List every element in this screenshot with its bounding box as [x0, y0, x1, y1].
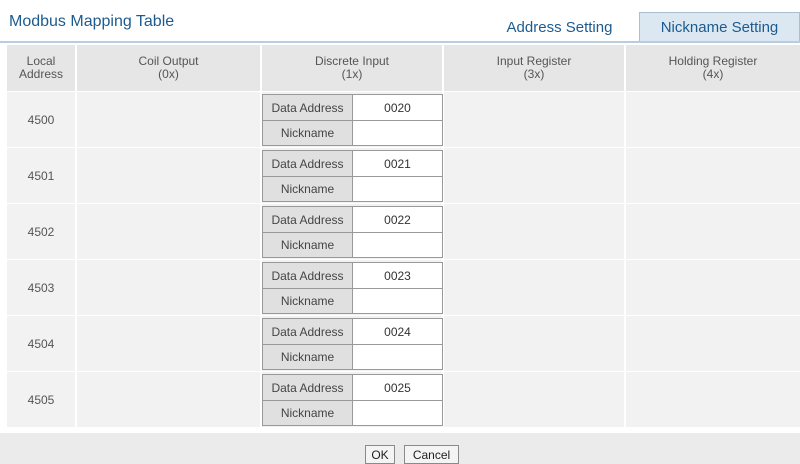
holding-register-cell: [626, 260, 800, 315]
column-header-input-register: Input Register (3x): [444, 45, 626, 91]
column-header-coil-output: Coil Output (0x): [77, 45, 262, 91]
data-address-label: Data Address: [263, 375, 353, 400]
column-header-text: (3x): [523, 67, 545, 81]
holding-register-cell: [626, 204, 800, 259]
table-row: 4502 Data Address 0022 Nickname: [7, 203, 800, 259]
local-address-cell: 4500: [7, 92, 77, 147]
tab-nickname-setting[interactable]: Nickname Setting: [639, 12, 800, 42]
cancel-button[interactable]: Cancel: [404, 445, 459, 464]
local-address-cell: 4502: [7, 204, 77, 259]
coil-output-cell: [77, 372, 262, 427]
discrete-input-cell: Data Address 0022 Nickname: [262, 204, 444, 259]
page-title: Modbus Mapping Table: [9, 13, 175, 30]
data-address-row: Data Address 0021: [263, 151, 442, 176]
discrete-input-cell: Data Address 0021 Nickname: [262, 148, 444, 203]
data-address-label: Data Address: [263, 95, 353, 120]
nickname-field[interactable]: [353, 345, 442, 369]
nickname-label: Nickname: [263, 289, 353, 313]
data-address-value: 0022: [384, 212, 411, 227]
nickname-field[interactable]: [353, 289, 442, 313]
column-header-discrete-input: Discrete Input (1x): [262, 45, 444, 91]
tab-underline: [0, 41, 800, 43]
nickname-label: Nickname: [263, 401, 353, 425]
data-address-value: 0025: [384, 380, 411, 395]
nickname-field[interactable]: [353, 121, 442, 145]
nickname-label: Nickname: [263, 345, 353, 369]
holding-register-cell: [626, 316, 800, 371]
table-row: 4505 Data Address 0025 Nickname: [7, 371, 800, 427]
nickname-row: Nickname: [263, 344, 442, 369]
table-row: 4503 Data Address 0023 Nickname: [7, 259, 800, 315]
discrete-input-subtable: Data Address 0020 Nickname: [262, 94, 443, 146]
local-address-cell: 4503: [7, 260, 77, 315]
input-register-cell: [444, 92, 626, 147]
data-address-row: Data Address 0022: [263, 207, 442, 232]
data-address-value: 0023: [384, 268, 411, 283]
nickname-field[interactable]: [353, 233, 442, 257]
column-header-text: (4x): [702, 67, 724, 81]
input-register-cell: [444, 260, 626, 315]
column-header-text: Address: [18, 67, 64, 81]
discrete-input-cell: Data Address 0025 Nickname: [262, 372, 444, 427]
nickname-field[interactable]: [353, 401, 442, 425]
discrete-input-cell: Data Address 0020 Nickname: [262, 92, 444, 147]
data-address-row: Data Address 0020: [263, 95, 442, 120]
coil-output-cell: [77, 260, 262, 315]
column-header-text: (0x): [158, 67, 179, 81]
nickname-row: Nickname: [263, 176, 442, 201]
data-address-label: Data Address: [263, 263, 353, 288]
discrete-input-cell: Data Address 0023 Nickname: [262, 260, 444, 315]
nickname-label: Nickname: [263, 121, 353, 145]
discrete-input-subtable: Data Address 0021 Nickname: [262, 150, 443, 202]
tab-address-setting[interactable]: Address Setting: [489, 12, 630, 42]
holding-register-cell: [626, 92, 800, 147]
nickname-label: Nickname: [263, 233, 353, 257]
table-header: Local Address Coil Output (0x) Discrete …: [7, 45, 800, 91]
nickname-row: Nickname: [263, 120, 442, 145]
nickname-label: Nickname: [263, 177, 353, 201]
data-address-value: 0020: [384, 100, 411, 115]
table-row: 4500 Data Address 0020 Nickname: [7, 91, 800, 147]
discrete-input-cell: Data Address 0024 Nickname: [262, 316, 444, 371]
input-register-cell: [444, 204, 626, 259]
nickname-row: Nickname: [263, 400, 442, 425]
holding-register-cell: [626, 148, 800, 203]
column-header-local-address: Local Address: [7, 45, 77, 91]
discrete-input-subtable: Data Address 0022 Nickname: [262, 206, 443, 258]
coil-output-cell: [77, 316, 262, 371]
data-address-value: 0021: [384, 156, 411, 171]
local-address-cell: 4505: [7, 372, 77, 427]
local-address-cell: 4501: [7, 148, 77, 203]
input-register-cell: [444, 148, 626, 203]
nickname-row: Nickname: [263, 232, 442, 257]
nickname-field[interactable]: [353, 177, 442, 201]
discrete-input-subtable: Data Address 0024 Nickname: [262, 318, 443, 370]
data-address-label: Data Address: [263, 151, 353, 176]
data-address-value: 0024: [384, 324, 411, 339]
coil-output-cell: [77, 92, 262, 147]
nickname-row: Nickname: [263, 288, 442, 313]
data-address-label: Data Address: [263, 319, 353, 344]
data-address-row: Data Address 0024: [263, 319, 442, 344]
data-address-row: Data Address 0023: [263, 263, 442, 288]
holding-register-cell: [626, 372, 800, 427]
discrete-input-subtable: Data Address 0023 Nickname: [262, 262, 443, 314]
table-row: 4501 Data Address 0021 Nickname: [7, 147, 800, 203]
data-address-label: Data Address: [263, 207, 353, 232]
footer-bar: OK Cancel: [0, 433, 800, 464]
coil-output-cell: [77, 148, 262, 203]
coil-output-cell: [77, 204, 262, 259]
column-header-text: (1x): [341, 67, 363, 81]
input-register-cell: [444, 372, 626, 427]
column-header-holding-register: Holding Register (4x): [626, 45, 800, 91]
discrete-input-subtable: Data Address 0025 Nickname: [262, 374, 443, 426]
local-address-cell: 4504: [7, 316, 77, 371]
top-bar: Modbus Mapping Table Address Setting Nic…: [0, 0, 800, 43]
input-register-cell: [444, 316, 626, 371]
ok-button[interactable]: OK: [365, 445, 395, 464]
mapping-table: Local Address Coil Output (0x) Discrete …: [7, 45, 800, 427]
table-row: 4504 Data Address 0024 Nickname: [7, 315, 800, 371]
data-address-row: Data Address 0025: [263, 375, 442, 400]
